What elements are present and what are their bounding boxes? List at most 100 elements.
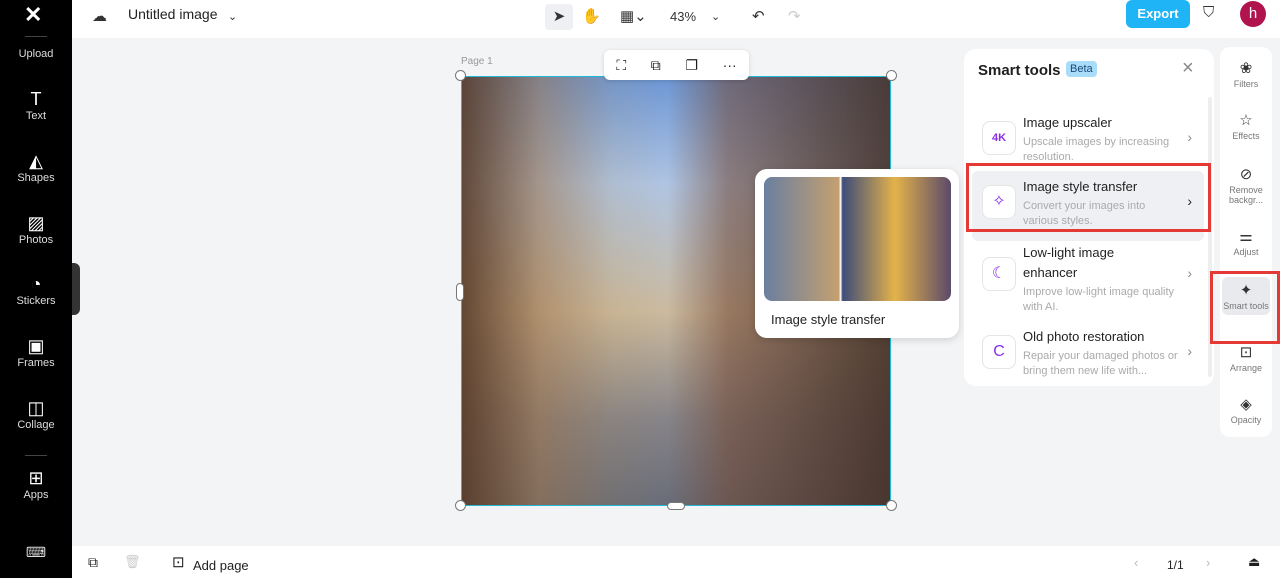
label: Collage (17, 419, 55, 431)
shield-icon[interactable]: ⛉ (1203, 0, 1214, 26)
add-page-button[interactable]: Add page (193, 558, 249, 573)
more-icon[interactable]: ··· (723, 57, 737, 73)
keyboard-icon[interactable]: ⌨ (0, 544, 72, 561)
preview-image (764, 177, 951, 301)
label: Filters (1233, 79, 1259, 89)
beta-badge: Beta (1066, 61, 1097, 77)
right-item-remove-background[interactable]: ⊘ Remove backgr... (1222, 165, 1270, 205)
zoom-dropdown-icon[interactable]: ⌄ (711, 4, 720, 30)
export-button[interactable]: Export (1126, 0, 1190, 28)
undo-icon[interactable]: ↶ (752, 4, 765, 30)
sidebar-item-upload[interactable]: Upload (0, 48, 72, 60)
adjust-icon: ⚌ (1239, 228, 1253, 245)
tool-title: Image upscaler (1023, 115, 1112, 130)
tool-desc: Repair your damaged photos or bring them… (1023, 350, 1178, 377)
label: Opacity (1230, 415, 1262, 425)
chevron-down-icon[interactable]: ⌄ (228, 4, 237, 30)
bottom-bar: ⧉ 🗑 ⊡ Add page ‹ 1/1 › ⏏ (72, 546, 1280, 578)
hand-tool-icon[interactable]: ✋ (582, 4, 601, 30)
avatar[interactable]: h (1240, 1, 1266, 27)
tool-title: Low-light image enhancer (1023, 245, 1115, 280)
left-sidebar: ✕ Upload T Text ◭ Shapes ▨ Photos ◔ Stickers… (0, 0, 72, 578)
close-icon[interactable]: × (1182, 57, 1194, 80)
next-page-icon[interactable]: › (1206, 555, 1210, 570)
label: Frames (17, 357, 55, 369)
resize-handle[interactable] (456, 283, 464, 301)
right-item-filters[interactable]: ❀ Filters (1222, 59, 1270, 89)
resize-handle[interactable] (455, 70, 466, 81)
apps-icon: ⊞ (28, 468, 44, 488)
label: Photos (18, 234, 54, 246)
effects-icon: ☆ (1239, 112, 1253, 129)
collapse-sidebar-handle[interactable] (72, 263, 80, 315)
sidebar-item-text[interactable]: T Text (0, 88, 72, 122)
flip-icon[interactable]: ⧉ (651, 57, 661, 74)
style-transfer-preview: Image style transfer (755, 169, 959, 338)
shapes-icon: ◭ (29, 151, 43, 171)
add-page-icon[interactable]: ⊡ (172, 553, 185, 571)
opacity-icon: ◈ (1240, 396, 1252, 413)
upscaler-icon: 4K (982, 121, 1016, 155)
highlight-box (966, 163, 1211, 232)
tool-low-light-enhancer[interactable]: ☾ Low-light image enhancer Improve low-l… (972, 237, 1204, 317)
sidebar-item-apps[interactable]: ⊞ Apps (0, 467, 72, 501)
preview-caption: Image style transfer (771, 312, 886, 327)
duplicate-icon[interactable]: ❐ (685, 57, 698, 74)
duplicate-page-icon[interactable]: ⧉ (88, 554, 98, 571)
tool-desc: Improve low-light image quality with AI. (1023, 286, 1175, 313)
filters-icon: ❀ (1239, 60, 1253, 77)
resize-handle[interactable] (455, 500, 466, 511)
prev-page-icon[interactable]: ‹ (1134, 555, 1138, 570)
stickers-icon: ◔ (30, 274, 42, 294)
label: Upload (18, 48, 54, 60)
trash-icon[interactable]: 🗑 (124, 554, 141, 570)
collage-icon: ◫ (27, 398, 45, 418)
label: Adjust (1233, 247, 1259, 257)
crop-icon[interactable]: ⛶ (616, 57, 626, 74)
resize-handle[interactable] (886, 500, 897, 511)
right-item-arrange[interactable]: ⊡ Arrange (1222, 343, 1270, 373)
label: Text (25, 110, 47, 122)
right-toolbar: ❀ Filters ☆ Effects ⊘ Remove backgr... ⚌ Adj… (1220, 47, 1272, 437)
right-item-opacity[interactable]: ◈ Opacity (1222, 395, 1270, 425)
select-tool-icon[interactable]: ➤ (545, 4, 573, 30)
tool-title: Old photo restoration (1023, 329, 1145, 344)
restoration-icon: C (982, 335, 1016, 369)
tool-old-photo-restoration[interactable]: C Old photo restoration Repair your dama… (972, 321, 1204, 391)
label: Stickers (16, 295, 56, 307)
layout-icon[interactable]: ▦⌄ (620, 4, 647, 30)
redo-icon[interactable]: ↷ (788, 4, 801, 30)
context-toolbar: ⛶ ⧉ ❐ ··· (604, 50, 749, 80)
label: Shapes (17, 172, 55, 184)
right-item-effects[interactable]: ☆ Effects (1222, 111, 1270, 141)
panel-title: Smart tools (978, 62, 1061, 79)
label: Arrange (1229, 363, 1263, 373)
tool-desc: Upscale images by increasing resolution. (1023, 136, 1170, 163)
label: Apps (23, 489, 49, 501)
label: Effects (1232, 131, 1260, 141)
pages-panel-icon[interactable]: ⏏ (1248, 554, 1260, 570)
sidebar-item-stickers[interactable]: ◔ Stickers (0, 273, 72, 307)
resize-handle[interactable] (667, 502, 685, 510)
highlight-box (1210, 271, 1280, 344)
document-title[interactable]: Untitled image (128, 6, 218, 22)
remove-background-icon: ⊘ (1239, 166, 1253, 183)
sidebar-item-photos[interactable]: ▨ Photos (0, 212, 72, 246)
resize-handle[interactable] (886, 70, 897, 81)
chevron-right-icon: › (1187, 343, 1192, 359)
sidebar-item-shapes[interactable]: ◭ Shapes (0, 150, 72, 184)
sidebar-item-collage[interactable]: ◫ Collage (0, 397, 72, 431)
page-count: 1/1 (1167, 558, 1184, 572)
label: Remove backgr... (1228, 185, 1264, 205)
chevron-right-icon: › (1187, 265, 1192, 281)
moon-icon: ☾ (982, 257, 1016, 291)
frames-icon: ▣ (27, 336, 45, 356)
zoom-level[interactable]: 43% (670, 4, 696, 30)
right-item-adjust[interactable]: ⚌ Adjust (1222, 227, 1270, 257)
cloud-save-icon[interactable]: ☁ (92, 4, 107, 30)
capcut-logo-icon[interactable]: ✕ (24, 2, 42, 28)
divider (25, 36, 47, 37)
arrange-icon: ⊡ (1239, 344, 1253, 361)
sidebar-item-frames[interactable]: ▣ Frames (0, 335, 72, 369)
photos-icon: ▨ (27, 213, 45, 233)
